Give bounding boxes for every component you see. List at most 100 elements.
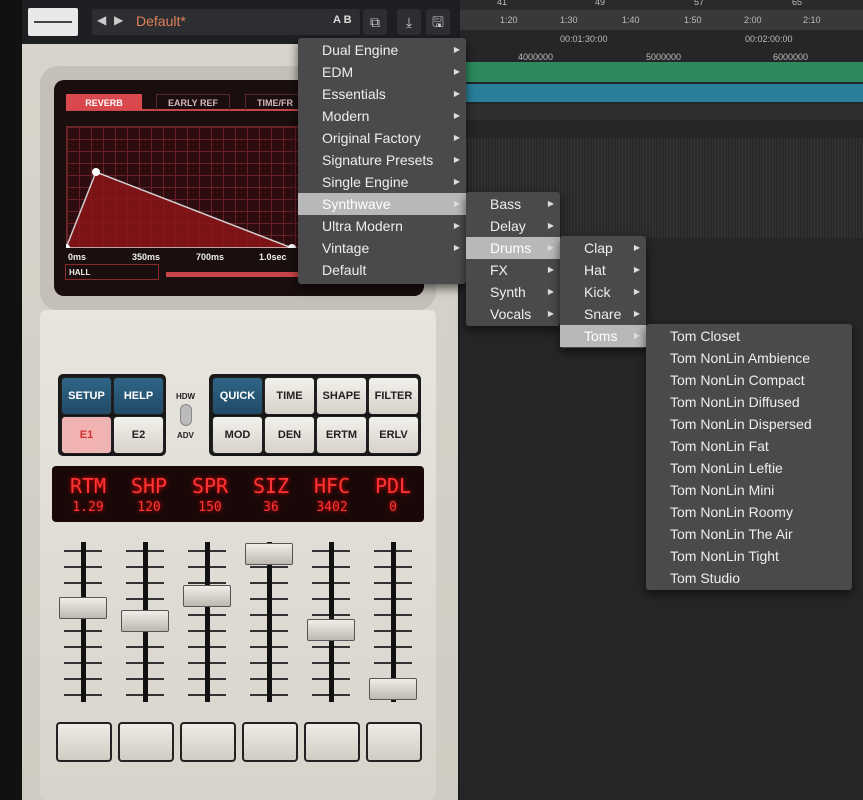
menu-item-label: Tom NonLin Diffused [670,394,800,410]
menu-item[interactable]: Tom NonLin Compact [646,369,852,391]
ertm-button[interactable]: ERTM [316,416,367,454]
setup-button[interactable]: SETUP [61,377,112,415]
menu-item[interactable]: Tom NonLin Roomy [646,501,852,523]
copy-preset-icon[interactable]: ⧉ [363,9,387,35]
pad-button[interactable] [180,722,236,762]
menu-item[interactable]: Bass ▶ [466,193,560,215]
pad-button[interactable] [366,722,422,762]
menu-item-label: Tom NonLin Roomy [670,504,793,520]
preset-selector[interactable] [92,9,360,35]
time-axis-label: 1.0sec [259,252,287,262]
quick-button[interactable]: QUICK [212,377,263,415]
pad-button[interactable] [56,722,112,762]
preset-name[interactable]: Default* [136,13,186,29]
time-label: 2:10 [803,15,821,25]
menu-item[interactable]: Synth ▶ [466,281,560,303]
menu-item[interactable]: EDM ▶ [298,61,466,83]
mix-slider[interactable] [166,272,300,277]
shape-button[interactable]: SHAPE [316,377,367,415]
menu-item[interactable]: Drums ▶ [466,237,560,259]
menu-item[interactable]: Vintage ▶ [298,237,466,259]
lcd-param-value: 150 [198,500,222,515]
den-button[interactable]: DEN [264,416,315,454]
pad-button[interactable] [304,722,360,762]
menu-item[interactable]: Delay ▶ [466,215,560,237]
submenu-arrow-icon: ▶ [453,155,460,164]
envelope-graph[interactable] [66,126,306,248]
drums-submenu: Clap ▶ Hat ▶ Kick ▶ Snare ▶ Toms ▶ [560,236,646,348]
menu-item[interactable]: Single Engine ▶ [298,171,466,193]
fader-cap[interactable] [245,542,293,565]
lcd-param-name: SPR [191,474,229,498]
menu-item[interactable]: Tom NonLin Fat [646,435,852,457]
engine-2-button[interactable]: E2 [113,416,164,454]
envelope-shape [66,171,293,248]
algorithm-dropdown[interactable]: HALL [65,264,159,280]
bar-number: 41 [497,0,508,7]
menu-item[interactable]: Signature Presets ▶ [298,149,466,171]
submenu-arrow-icon: ▶ [453,177,460,186]
menu-item[interactable]: Tom NonLin Tight [646,545,852,567]
menu-item[interactable]: Default [298,259,466,281]
menu-item-label: Clap [584,240,613,256]
fader-cap[interactable] [369,677,417,700]
mod-button[interactable]: MOD [212,416,263,454]
menu-item-label: Snare [584,306,622,322]
menu-item[interactable]: Tom NonLin Mini [646,479,852,501]
fader-cap[interactable] [183,584,231,607]
submenu-arrow-icon: ▶ [453,199,460,208]
pad-button[interactable] [118,722,174,762]
fader-cap[interactable] [307,619,355,641]
pad-button[interactable] [242,722,298,762]
submenu-arrow-icon: ▶ [633,287,640,296]
engine-1-button[interactable]: E1 [61,416,112,454]
menu-item[interactable]: Dual Engine ▶ [298,39,466,61]
menu-item[interactable]: Tom Closet [646,325,852,347]
ab-compare-button[interactable]: A B [333,14,352,26]
menu-item[interactable]: Ultra Modern ▶ [298,215,466,237]
menu-item[interactable]: Synthwave ▶ [298,193,466,215]
filter-button[interactable]: FILTER [368,377,419,415]
menu-item[interactable]: Tom NonLin Dispersed [646,413,852,435]
tab-time-freq[interactable]: TIME/FR [245,94,305,110]
menu-item[interactable]: Tom NonLin Diffused [646,391,852,413]
erlv-button[interactable]: ERLV [368,416,419,454]
prev-preset-icon[interactable]: ◀ [97,13,106,27]
fader-cap[interactable] [121,610,169,632]
menu-item[interactable]: Kick ▶ [560,281,646,303]
menu-item-label: Tom NonLin Mini [670,482,775,498]
menu-item[interactable]: Toms ▶ [560,325,646,347]
menu-item[interactable]: Tom Studio [646,567,852,589]
save-preset-icon[interactable]: 🖫 [426,9,450,35]
tab-early-ref[interactable]: EARLY REF [156,94,230,110]
menu-item[interactable]: Tom NonLin The Air [646,523,852,545]
toms-submenu: Tom Closet Tom NonLin Ambience Tom NonLin … [646,324,852,590]
lcd-param-value: 120 [137,500,161,515]
track-clip-green[interactable] [460,62,863,82]
submenu-arrow-icon: ▶ [453,111,460,120]
menu-item[interactable]: Essentials ▶ [298,83,466,105]
menu-item-label: Tom NonLin Dispersed [670,416,812,432]
menu-item[interactable]: Vocals ▶ [466,303,560,325]
menu-item[interactable]: Tom NonLin Ambience [646,347,852,369]
tab-reverb[interactable]: REVERB [66,94,142,110]
menu-item[interactable]: FX ▶ [466,259,560,281]
menu-item[interactable]: Tom NonLin Leftie [646,457,852,479]
menu-item[interactable]: Original Factory ▶ [298,127,466,149]
menu-item[interactable]: Clap ▶ [560,237,646,259]
menu-item-label: FX [490,262,508,278]
menu-item[interactable]: Hat ▶ [560,259,646,281]
track-clip-blue[interactable] [460,84,863,102]
next-preset-icon[interactable]: ▶ [114,13,123,27]
help-button[interactable]: HELP [113,377,164,415]
import-preset-icon[interactable]: ⤓ [397,9,421,35]
envelope-point [288,244,296,248]
time-button[interactable]: TIME [264,377,315,415]
time-label: 2:00 [744,15,762,25]
hdw-adv-toggle[interactable] [180,404,192,426]
menu-item-label: Hat [584,262,606,278]
time-label: 1:30 [560,15,578,25]
fader-cap[interactable] [59,596,107,619]
menu-item[interactable]: Snare ▶ [560,303,646,325]
menu-item[interactable]: Modern ▶ [298,105,466,127]
